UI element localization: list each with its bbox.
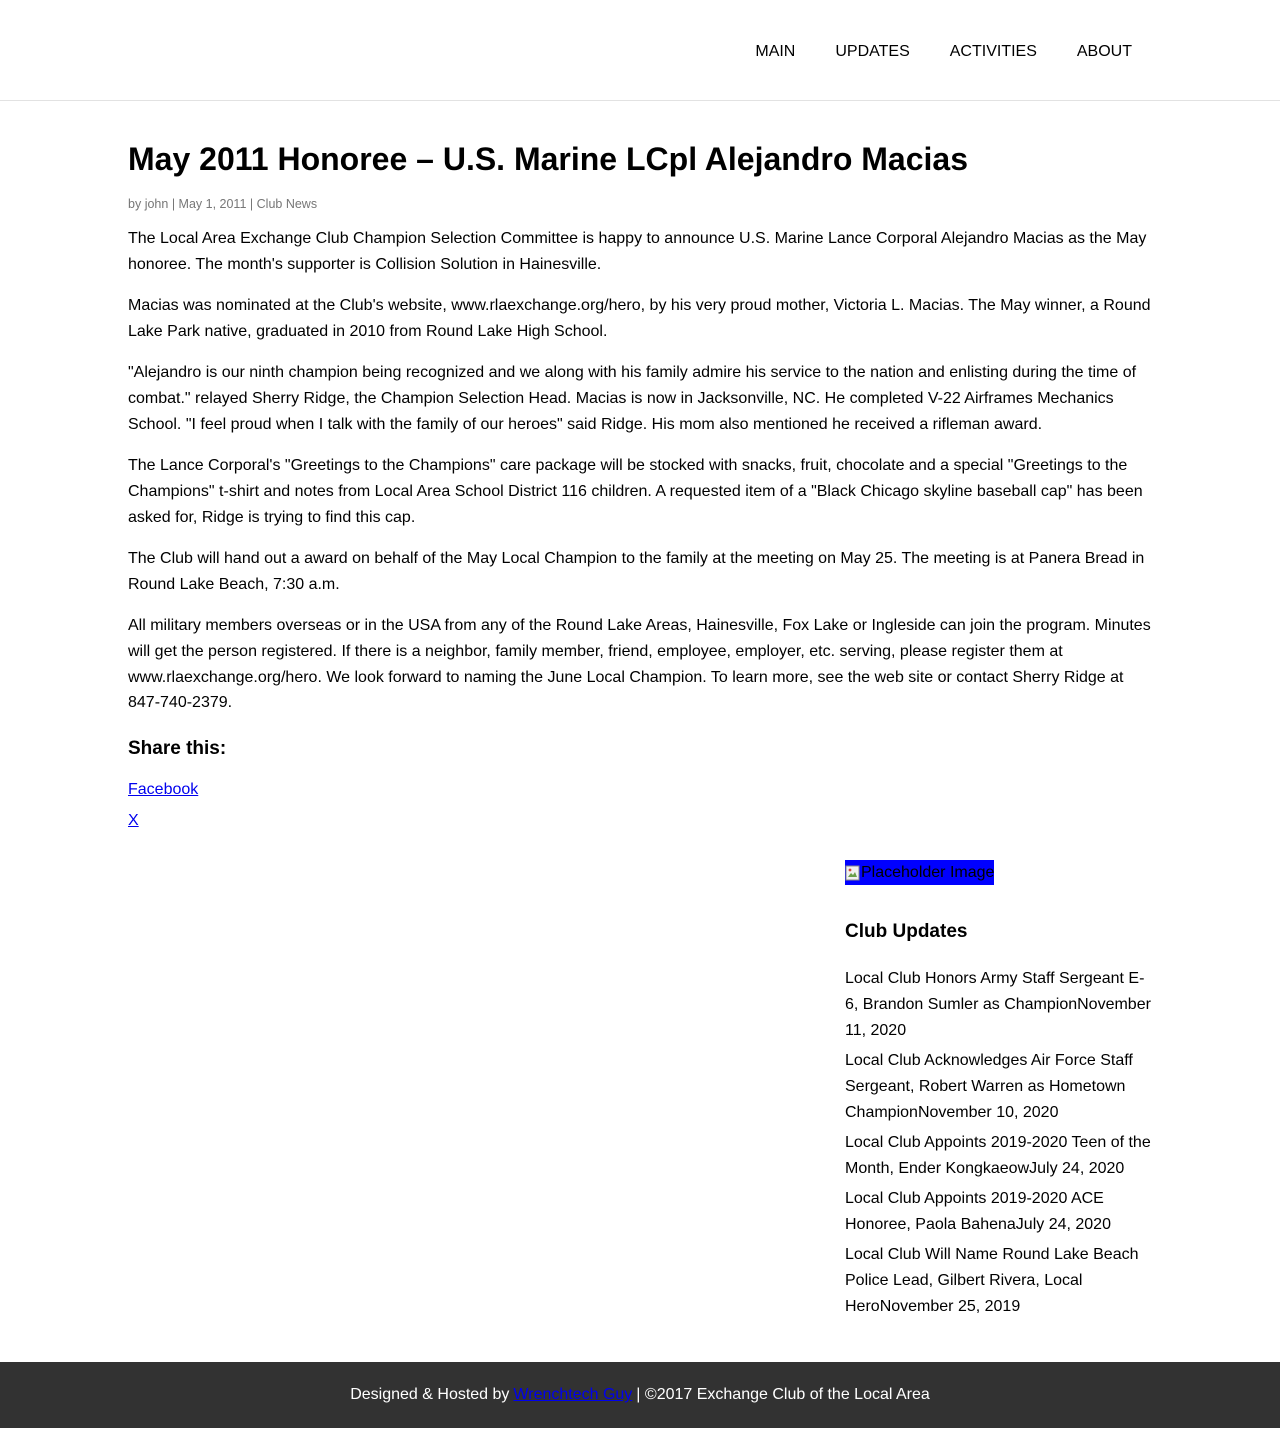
share-links: Facebook X bbox=[128, 780, 1152, 831]
post-paragraph: The Lance Corporal's "Greetings to the C… bbox=[128, 457, 1143, 526]
post-paragraph: The Club will hand out a award on behalf… bbox=[128, 549, 1145, 593]
meta-date: May 1, 2011 bbox=[178, 197, 247, 211]
nav-main[interactable]: MAIN bbox=[755, 42, 795, 62]
placeholder-image: Placeholder Image bbox=[845, 860, 994, 886]
main-content: May 2011 Honoree – U.S. Marine LCpl Alej… bbox=[0, 101, 1280, 1354]
broken-image-icon bbox=[845, 865, 861, 881]
share-facebook-link[interactable]: Facebook bbox=[128, 780, 198, 800]
meta-author[interactable]: john bbox=[145, 197, 169, 211]
list-item: Local Club Appoints 2019-2020 Teen of th… bbox=[845, 1130, 1155, 1182]
nav-activities[interactable]: ACTIVITIES bbox=[950, 42, 1037, 62]
list-item: Local Club Acknowledges Air Force Staff … bbox=[845, 1048, 1155, 1125]
post-paragraph: The Local Area Exchange Club Champion Se… bbox=[128, 230, 1147, 273]
post-article: May 2011 Honoree – U.S. Marine LCpl Alej… bbox=[128, 101, 1152, 831]
widget-title: Club Updates bbox=[845, 921, 968, 943]
list-item: Local Club Appoints 2019-2020 ACE Honore… bbox=[845, 1186, 1155, 1238]
footer-credit-link[interactable]: Wrenchtech Guy bbox=[513, 1386, 632, 1404]
post-title: May 2011 Honoree – U.S. Marine LCpl Alej… bbox=[128, 141, 968, 177]
post-paragraph: "Alejandro is our ninth champion being r… bbox=[128, 364, 1137, 433]
top-nav: MAIN UPDATES ACTIVITIES ABOUT bbox=[755, 42, 1132, 62]
list-item: Local Club Honors Army Staff Sergeant E-… bbox=[845, 966, 1155, 1043]
post-paragraph: All military members overseas or in the … bbox=[128, 617, 1151, 712]
post-body: The Local Area Exchange Club Champion Se… bbox=[128, 226, 1152, 716]
meta-category[interactable]: Club News bbox=[257, 197, 317, 211]
update-date: November 25, 2019 bbox=[879, 1297, 1021, 1315]
share-heading: Share this: bbox=[128, 738, 227, 760]
site-footer: Designed & Hosted by Wrenchtech Guy | ©2… bbox=[0, 1362, 1280, 1429]
site-header: MAIN UPDATES ACTIVITIES ABOUT bbox=[0, 0, 1280, 101]
placeholder-image-alt: Placeholder Image bbox=[861, 864, 994, 882]
nav-about[interactable]: ABOUT bbox=[1077, 42, 1132, 62]
post-paragraph: Macias was nominated at the Club's websi… bbox=[128, 297, 1151, 340]
update-date: November 10, 2020 bbox=[917, 1103, 1059, 1121]
updates-list: Local Club Honors Army Staff Sergeant E-… bbox=[845, 966, 1155, 1319]
footer-copyright: | ©2017 Exchange Club of the Local Area bbox=[636, 1386, 930, 1404]
footer-prefix: Designed & Hosted by bbox=[350, 1386, 510, 1404]
list-item: Local Club Will Name Round Lake Beach Po… bbox=[845, 1242, 1155, 1319]
sidebar: Placeholder Image Club Updates Local Clu… bbox=[845, 860, 1155, 1354]
update-date: July 24, 2020 bbox=[1029, 1159, 1125, 1177]
nav-updates[interactable]: UPDATES bbox=[835, 42, 909, 62]
share-x-link[interactable]: X bbox=[128, 811, 139, 831]
meta-prefix: by bbox=[128, 197, 142, 211]
post-meta: by john | May 1, 2011 | Club News bbox=[128, 196, 1152, 212]
meta-separator: | bbox=[171, 197, 176, 211]
update-date: July 24, 2020 bbox=[1015, 1215, 1111, 1233]
meta-separator: | bbox=[249, 197, 254, 211]
